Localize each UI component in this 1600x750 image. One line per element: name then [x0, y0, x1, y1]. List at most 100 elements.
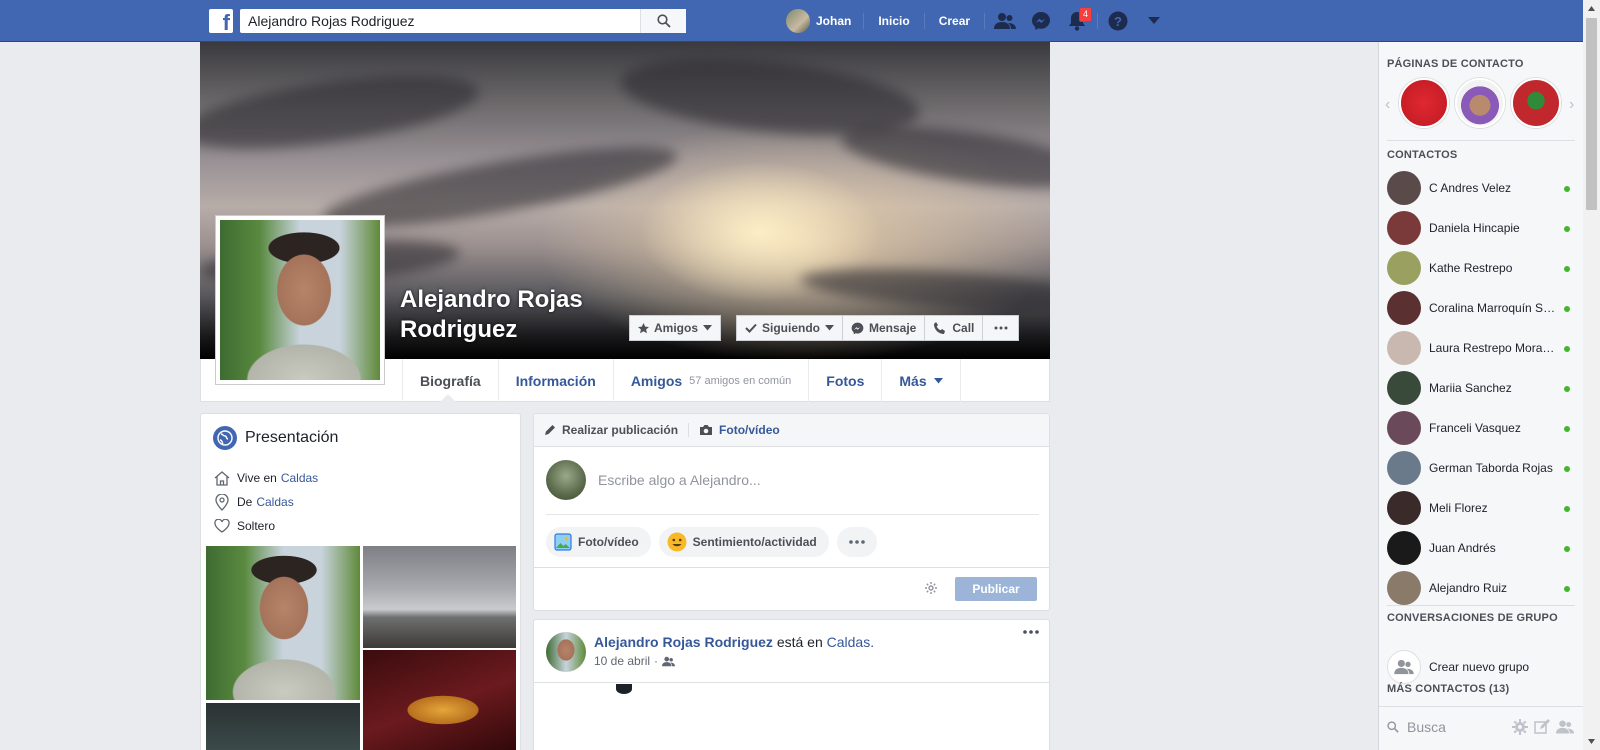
following-button[interactable]: Siguiendo — [736, 315, 843, 341]
tab-more[interactable]: Más — [881, 359, 961, 402]
more-actions-button[interactable] — [983, 315, 1020, 341]
create-link[interactable]: Crear — [927, 14, 982, 28]
contact-item[interactable]: C Andres Velez — [1379, 168, 1584, 208]
photo-video-chip[interactable]: Foto/vídeo — [546, 527, 651, 557]
caret-down-icon — [825, 325, 834, 331]
help-icon: ? — [1108, 11, 1128, 31]
chevron-right-icon[interactable]: › — [1569, 96, 1574, 114]
composer-tab-photo-label: Foto/vídeo — [719, 423, 780, 437]
home-link[interactable]: Inicio — [866, 14, 921, 28]
tab-friends-label: Amigos — [630, 372, 683, 389]
scroll-up-arrow-icon[interactable] — [1583, 0, 1600, 17]
contact-name: Kathe Restrepo — [1429, 261, 1513, 275]
caret-down-icon — [1148, 17, 1161, 24]
contact-item[interactable]: Meli Florez — [1379, 488, 1584, 528]
online-status-dot — [1564, 426, 1570, 432]
contact-item[interactable]: Daniela Hincapie — [1379, 208, 1584, 248]
contact-item[interactable]: Kathe Restrepo — [1379, 248, 1584, 288]
intro-details: Vive en Caldas De Caldas Soltero — [213, 466, 318, 538]
friends-button-label: Amigos — [654, 321, 699, 335]
contact-page-avatar[interactable] — [1511, 78, 1561, 128]
help-button[interactable]: ? — [1100, 0, 1136, 42]
intro-relationship: Soltero — [213, 514, 318, 538]
search-input[interactable] — [240, 9, 640, 33]
post-place-link[interactable]: Caldas. — [827, 634, 874, 650]
new-group-icon[interactable] — [1556, 719, 1574, 735]
from-place-link[interactable]: Caldas — [256, 495, 293, 509]
contact-avatar — [1387, 531, 1421, 565]
profile-picture[interactable] — [215, 215, 385, 385]
online-status-dot — [1564, 346, 1570, 352]
post-author-avatar[interactable] — [546, 632, 586, 672]
friends-icon — [994, 13, 1017, 29]
chat-search-input[interactable]: Busca — [1407, 719, 1446, 735]
account-menu-button[interactable] — [1136, 0, 1172, 42]
messenger-icon — [851, 322, 864, 335]
caret-down-icon — [703, 325, 713, 331]
photo-thumbnail[interactable] — [362, 545, 517, 649]
photo-thumbnail[interactable] — [362, 649, 517, 750]
contact-item[interactable]: Laura Restrepo Morales — [1379, 328, 1584, 368]
meta-separator: · — [654, 654, 659, 668]
contact-item[interactable]: Juan Andrés — [1379, 528, 1584, 568]
contact-item[interactable]: Alejandro Ruiz — [1379, 568, 1584, 608]
contact-item[interactable]: German Taborda Rojas — [1379, 448, 1584, 488]
contact-item[interactable]: Coralina Marroquín Sánchez — [1379, 288, 1584, 328]
call-button[interactable]: Call — [925, 315, 984, 341]
new-message-icon[interactable] — [1534, 719, 1550, 735]
gear-icon[interactable] — [1512, 719, 1528, 735]
settings-gear-icon[interactable] — [925, 582, 937, 594]
post-date[interactable]: 10 de abril — [594, 654, 650, 668]
messenger-button[interactable] — [1023, 0, 1059, 42]
tab-friends[interactable]: Amigos 57 amigos en común — [612, 359, 808, 402]
heart-icon — [213, 519, 231, 533]
post-author-link[interactable]: Alejandro Rojas Rodriguez — [594, 634, 773, 650]
contact-item[interactable]: Franceli Vasquez — [1379, 408, 1584, 448]
contact-page-avatar[interactable] — [1399, 78, 1449, 128]
photo-thumbnail[interactable] — [205, 702, 361, 750]
pencil-icon — [544, 424, 556, 436]
section-divider — [1387, 605, 1575, 606]
composer-more-button[interactable] — [836, 527, 877, 557]
contact-item[interactable]: Mariia Sanchez — [1379, 368, 1584, 408]
group-conversations-title: CONVERSACIONES DE GRUPO — [1387, 612, 1558, 624]
contact-name: Mariia Sanchez — [1429, 381, 1512, 395]
publish-button[interactable]: Publicar — [955, 577, 1037, 601]
post-options-button[interactable] — [1023, 630, 1039, 634]
nav-user-profile[interactable]: Johan — [786, 9, 861, 33]
tab-about[interactable]: Información — [497, 359, 613, 402]
tab-more-label: Más — [899, 372, 927, 389]
lives-prefix: Vive en — [237, 471, 277, 485]
user-avatar — [786, 9, 810, 33]
friends-audience-icon[interactable] — [662, 656, 676, 667]
messenger-icon — [1032, 12, 1051, 30]
search-icon — [1387, 721, 1399, 733]
contact-name: Daniela Hincapie — [1429, 221, 1520, 235]
scrollbar-thumb[interactable] — [1586, 18, 1597, 210]
feeling-activity-chip[interactable]: Sentimiento/actividad — [658, 527, 829, 557]
message-button[interactable]: Mensaje — [843, 315, 926, 341]
facebook-logo-icon[interactable]: f — [209, 9, 233, 33]
composer-avatar — [546, 460, 586, 500]
notifications-button[interactable]: 4 — [1059, 0, 1095, 42]
composer-input[interactable]: Escribe algo a Alejandro... — [598, 472, 761, 488]
from-prefix: De — [237, 495, 253, 509]
contact-page-avatar[interactable] — [1455, 78, 1505, 128]
composer-tab-photo[interactable]: Foto/vídeo — [688, 423, 780, 437]
scroll-down-arrow-icon[interactable] — [1583, 733, 1600, 750]
composer-tab-post[interactable]: Realizar publicación — [544, 423, 678, 437]
tab-photos[interactable]: Fotos — [808, 359, 881, 402]
chevron-left-icon[interactable]: ‹ — [1385, 96, 1390, 114]
create-group-button[interactable]: Crear nuevo grupo — [1387, 650, 1529, 684]
search-button[interactable] — [640, 9, 686, 33]
friends-button[interactable]: Amigos — [629, 315, 722, 341]
online-status-dot — [1564, 466, 1570, 472]
nav-divider — [984, 13, 986, 29]
intro-title: Presentación — [245, 429, 339, 446]
photo-thumbnail[interactable] — [205, 545, 361, 701]
friend-requests-button[interactable] — [987, 0, 1023, 42]
feeling-activity-chip-label: Sentimiento/actividad — [692, 535, 817, 549]
lives-place-link[interactable]: Caldas — [281, 471, 318, 485]
create-group-label: Crear nuevo grupo — [1429, 660, 1530, 674]
active-tab-indicator — [440, 394, 456, 402]
